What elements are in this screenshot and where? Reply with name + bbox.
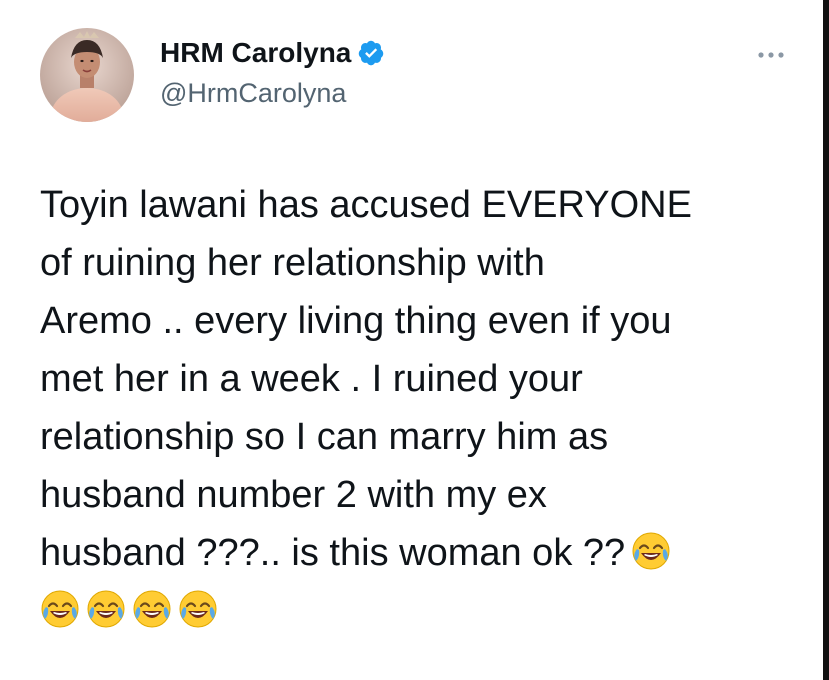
- display-name[interactable]: HRM Carolyna: [160, 36, 351, 70]
- tweet-line: husband number 2 with my ex: [40, 474, 547, 516]
- author-info: HRM Carolyna @HrmCarolyna: [160, 36, 385, 110]
- face-with-tears-of-joy-emoji: [40, 589, 80, 629]
- tweet-line: Toyin lawani has accused EVERYONE: [40, 184, 692, 226]
- tweet-line: relationship so I can marry him as: [40, 416, 609, 458]
- tweet-line-text: husband ???.. is this woman ok ??: [40, 532, 626, 574]
- tweet-line: Aremo .. every living thing even if you: [40, 300, 672, 342]
- face-with-tears-of-joy-emoji: [132, 589, 172, 629]
- window-edge: [823, 0, 829, 680]
- verified-badge-icon: [357, 39, 385, 67]
- tweet-line-last: husband ???.. is this woman ok ??: [40, 524, 810, 582]
- avatar-image: [40, 28, 134, 122]
- face-with-tears-of-joy-emoji: [86, 589, 126, 629]
- name-row: HRM Carolyna: [160, 36, 385, 70]
- avatar[interactable]: [40, 28, 134, 122]
- emoji-row: [40, 582, 810, 640]
- face-with-tears-of-joy-emoji: [178, 589, 218, 629]
- user-handle[interactable]: @HrmCarolyna: [160, 76, 385, 110]
- tweet-card: HRM Carolyna @HrmCarolyna Toyin lawani h…: [0, 0, 823, 680]
- more-options-icon[interactable]: [756, 48, 786, 62]
- tweet-line: of ruining her relationship with: [40, 242, 545, 284]
- tweet-text: Toyin lawani has accused EVERYONE of rui…: [40, 176, 810, 640]
- tweet-line: met her in a week . I ruined your: [40, 358, 583, 400]
- face-with-tears-of-joy-emoji: [631, 531, 671, 571]
